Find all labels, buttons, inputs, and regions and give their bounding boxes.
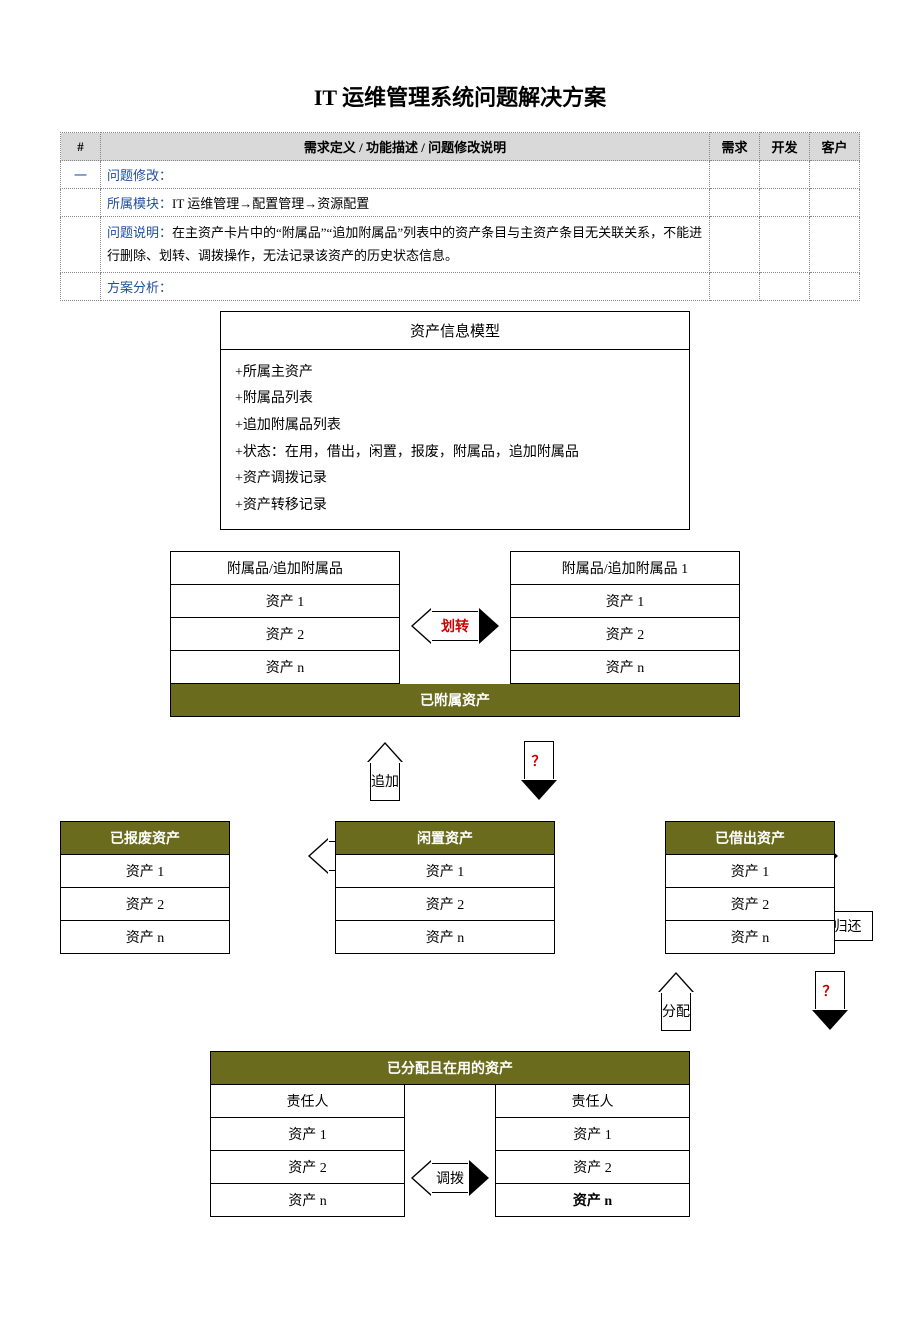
list-item: 资产 2 [495,1151,690,1184]
transfer-arrow-label: 划转 [431,616,479,636]
list-item: 资产 1 [335,855,555,888]
list-item: 资产 n [210,1184,405,1217]
list-item: 资产 n [510,651,740,684]
module-row: 所属模块：IT 运维管理→配置管理→资源配置 [101,189,710,217]
owner-label: 责任人 [210,1085,405,1118]
analysis-label: 方案分析： [101,272,710,300]
list-item: 资产 1 [495,1118,690,1151]
model-line: +状态：在用，借出，闲置，报废，附属品，追加附属品 [235,440,675,467]
append-arrow-label: 追加 [371,762,399,800]
issue-title: 问题修改： [101,161,710,189]
model-title: 资产信息模型 [220,311,690,350]
list-item: 资产 2 [510,618,740,651]
model-body: +所属主资产 +附属品列表 +追加附属品列表 +状态：在用，借出，闲置，报废，附… [220,350,690,531]
spec-table: # 需求定义 / 功能描述 / 问题修改说明 需求 开发 客户 一 问题修改： … [60,132,860,301]
assigned-right: 责任人 资产 1 资产 2 资产 n [495,1085,690,1217]
lent-box: 已借出资产 资产 1 资产 2 资产 n [665,821,835,954]
question-arrow-down-icon: ？ [524,741,554,781]
page-title: IT 运维管理系统问题解决方案 [60,80,860,112]
list-item: 资产 n [60,921,230,954]
model-line: +附属品列表 [235,386,675,413]
list-item: 资产 2 [335,888,555,921]
list-item: 资产 2 [60,888,230,921]
transfer-arrow-wrap: 划转 [400,551,510,684]
allocate-arrow-wrap: 调拨 [405,1085,495,1217]
question2-arrow-down-icon: ？ [815,971,845,1011]
assign-arrow-label: 分配 [662,992,690,1030]
list-item: 资产 2 [170,618,400,651]
lent-title: 已借出资产 [665,821,835,855]
list-item: 资产 1 [60,855,230,888]
assign-arrow-up-icon: 分配 [661,991,691,1031]
col-req: 需求 [710,133,760,161]
issue-value: 在主资产卡片中的“附属品”“追加附属品”列表中的资产条目与主资产条目无关联关系，… [107,225,702,263]
allocate-arrow-label: 调拨 [431,1168,469,1188]
list-item: 资产 2 [665,888,835,921]
list-item: 资产 2 [210,1151,405,1184]
module-value: IT 运维管理→配置管理→资源配置 [172,196,369,211]
issue-row: 问题说明：在主资产卡片中的“附属品”“追加附属品”列表中的资产条目与主资产条目无… [101,217,710,273]
assigned-left: 责任人 资产 1 资产 2 资产 n [210,1085,405,1217]
idle-box: 闲置资产 资产 1 资产 2 资产 n [335,821,555,954]
row-number: 一 [61,161,101,189]
col-desc: 需求定义 / 功能描述 / 问题修改说明 [101,133,710,161]
list-item: 资产 n [170,651,400,684]
list-item: 资产 1 [210,1118,405,1151]
append-arrow-up-icon: 追加 [370,761,400,801]
model-line: +资产调拨记录 [235,466,675,493]
question-arrow-label: ？ [532,742,546,780]
list-item: 资产 n [665,921,835,954]
module-label: 所属模块： [107,196,172,211]
diagram: 资产信息模型 +所属主资产 +附属品列表 +追加附属品列表 +状态：在用，借出，… [60,311,860,1291]
idle-title: 闲置资产 [335,821,555,855]
attached-asset-bar: 已附属资产 [170,684,740,717]
scrap-box: 已报废资产 资产 1 资产 2 资产 n [60,821,230,954]
transfer-arrow-icon: 划转 [430,611,480,641]
col-cust: 客户 [810,133,860,161]
list-item: 资产 1 [170,585,400,618]
model-box: 资产信息模型 +所属主资产 +附属品列表 +追加附属品列表 +状态：在用，借出，… [220,311,690,531]
accessory-right-title: 附属品/追加附属品 1 [510,551,740,585]
list-item: 资产 n [335,921,555,954]
transfer-section: 附属品/追加附属品 资产 1 资产 2 资产 n 划转 附属品/追加附属品 1 … [170,551,740,717]
model-line: +资产转移记录 [235,493,675,520]
assigned-section: 已分配且在用的资产 责任人 资产 1 资产 2 资产 n 调拨 责任人 资产 1 [210,1051,690,1217]
owner-label: 责任人 [495,1085,690,1118]
model-line: +追加附属品列表 [235,413,675,440]
col-hash: # [61,133,101,161]
list-item: 资产 1 [665,855,835,888]
issue-label: 问题说明： [107,225,172,240]
accessory-left-title: 附属品/追加附属品 [170,551,400,585]
scrap-title: 已报废资产 [60,821,230,855]
accessory-left: 附属品/追加附属品 资产 1 资产 2 资产 n [170,551,400,684]
model-line: +所属主资产 [235,360,675,387]
list-item: 资产 n [495,1184,690,1217]
col-dev: 开发 [760,133,810,161]
question2-arrow-label: ？ [823,972,837,1010]
allocate-arrow-icon: 调拨 [430,1163,470,1193]
list-item: 资产 1 [510,585,740,618]
assigned-bar: 已分配且在用的资产 [210,1051,690,1085]
accessory-right: 附属品/追加附属品 1 资产 1 资产 2 资产 n [510,551,740,684]
